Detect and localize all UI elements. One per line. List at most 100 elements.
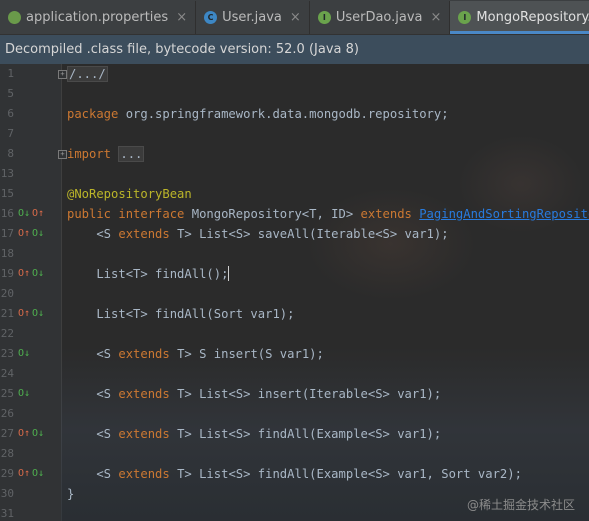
code-text: } — [67, 484, 74, 504]
code-token: List<T> findAll(Sort var1); — [67, 307, 295, 321]
keyword: extends — [118, 387, 178, 401]
type-link[interactable]: PagingAndSortingRepository — [419, 207, 589, 221]
properties-file-icon — [8, 11, 21, 24]
implemented-method-icon[interactable]: O↓ — [32, 229, 44, 239]
implemented-method-icon[interactable]: O↓ — [32, 309, 44, 319]
tab-mongorepository-class[interactable]: IMongoRepository.class× — [450, 1, 589, 34]
java-class-icon: C — [204, 11, 218, 24]
close-icon[interactable]: × — [290, 10, 301, 25]
gutter-markers: O↑ O↓ — [18, 264, 48, 284]
code-text: <S extends T> List<S> findAll(Example<S>… — [67, 424, 441, 444]
code-token: T> List<S> saveAll(Iterable<S> var1); — [177, 227, 449, 241]
gutter-markers: O↑ O↓ — [18, 464, 48, 484]
implemented-method-icon[interactable]: O↓ — [18, 389, 30, 399]
implemented-method-icon[interactable]: O↓ — [32, 429, 44, 439]
tab-user-java[interactable]: C User.java × — [196, 1, 310, 34]
implemented-method-icon[interactable]: O↓ — [18, 209, 30, 219]
line-number: 6 — [7, 107, 14, 120]
code-line: 27 O↑ O↓ <S extends T> List<S> findAll(Exa… — [0, 424, 589, 444]
overriding-method-icon[interactable]: O↑ — [18, 309, 30, 319]
line-number: 18 — [0, 247, 14, 260]
code-editor[interactable]: 1 +/.../5 6 package org.springframework.dat… — [0, 64, 589, 521]
folded-region[interactable]: /.../ — [67, 66, 108, 82]
line-number: 22 — [0, 327, 14, 340]
close-icon[interactable]: × — [176, 10, 187, 25]
keyword: public interface — [67, 207, 192, 221]
line-number: 26 — [0, 407, 14, 420]
code-text: <S extends T> S insert(S var1); — [67, 344, 324, 364]
editor-tab-bar: application.properties × C User.java × I UserD… — [0, 0, 589, 35]
implemented-method-icon[interactable]: O↓ — [32, 469, 44, 479]
code-line: 15 @NoRepositoryBean — [0, 184, 589, 204]
code-token: T> List<S> findAll(Example<S> var1); — [177, 427, 442, 441]
tab-label: MongoRepository.class — [476, 10, 589, 25]
code-line: 28 — [0, 444, 589, 464]
code-token: T> List<S> findAll(Example<S> var1, Sort… — [177, 467, 522, 481]
gutter-markers: O↓ O↑ — [18, 204, 48, 224]
code-token: MongoRepository<T, ID> — [191, 207, 361, 221]
text-caret — [228, 266, 230, 281]
keyword: extends — [118, 467, 178, 481]
line-number: 25 — [0, 387, 14, 400]
gutter-markers: O↑ O↓ — [18, 424, 48, 444]
code-text: <S extends T> List<S> insert(Iterable<S>… — [67, 384, 441, 404]
line-number: 20 — [0, 287, 14, 300]
line-number: 15 — [0, 187, 14, 200]
line-number: 1 — [7, 67, 14, 80]
line-number: 24 — [0, 367, 14, 380]
code-text: <S extends T> List<S> findAll(Example<S>… — [67, 464, 522, 484]
line-number: 27 — [0, 427, 14, 440]
code-text: import ... — [67, 144, 145, 164]
tab-userdao-java[interactable]: I UserDao.java × — [310, 1, 451, 34]
line-number: 5 — [7, 87, 14, 100]
line-number: 23 — [0, 347, 14, 360]
overriding-method-icon[interactable]: O↑ — [32, 209, 44, 219]
gutter-markers: O↑ O↓ — [18, 304, 48, 324]
keyword: import — [67, 147, 119, 161]
code-line: 25 O↓ <S extends T> List<S> insert(Iterab… — [0, 384, 589, 404]
java-interface-icon: I — [458, 11, 472, 24]
code-token: <S — [67, 427, 119, 441]
code-token: T> S insert(S var1); — [177, 347, 324, 361]
close-icon[interactable]: × — [431, 10, 442, 25]
tab-application-properties[interactable]: application.properties × — [0, 1, 197, 34]
code-token: List<T> findAll(); — [67, 267, 229, 281]
code-line: 7 — [0, 124, 589, 144]
code-text: List<T> findAll(); — [67, 264, 230, 284]
banner-text: Decompiled .class file, bytecode version… — [5, 42, 359, 57]
code-text: <S extends T> List<S> saveAll(Iterable<S… — [67, 224, 449, 244]
code-text: public interface MongoRepository<T, ID> … — [67, 204, 589, 224]
code-text: @NoRepositoryBean — [67, 184, 192, 204]
line-number: 21 — [0, 307, 14, 320]
code-text: package org.springframework.data.mongodb… — [67, 104, 449, 124]
gutter-markers: O↑ O↓ — [18, 224, 48, 244]
line-number: 30 — [0, 487, 14, 500]
tab-label: User.java — [222, 10, 282, 25]
overriding-method-icon[interactable]: O↑ — [18, 229, 30, 239]
overriding-method-icon[interactable]: O↑ — [18, 269, 30, 279]
implemented-method-icon[interactable]: O↓ — [18, 349, 30, 359]
code-line: 6 package org.springframework.data.mongod… — [0, 104, 589, 124]
implemented-method-icon[interactable]: O↓ — [32, 269, 44, 279]
folded-region[interactable]: ... — [118, 146, 145, 162]
keyword: extends — [118, 347, 178, 361]
overriding-method-icon[interactable]: O↑ — [18, 429, 30, 439]
tab-label: UserDao.java — [335, 10, 423, 25]
gutter-markers: O↓ — [18, 344, 48, 364]
fold-toggle-icon[interactable]: + — [58, 70, 67, 79]
line-number: 29 — [0, 467, 14, 480]
code-line: 22 — [0, 324, 589, 344]
code-text: /.../ — [67, 64, 108, 84]
line-number: 8 — [7, 147, 14, 160]
code-line: 23 O↓ <S extends T> S insert(S var1); — [0, 344, 589, 364]
line-number: 28 — [0, 447, 14, 460]
code-text: List<T> findAll(Sort var1); — [67, 304, 294, 324]
keyword: extends — [360, 207, 420, 221]
code-line: 19 O↑ O↓ List<T> findAll(); — [0, 264, 589, 284]
line-number: 31 — [0, 507, 14, 520]
tab-label: application.properties — [26, 10, 169, 25]
fold-toggle-icon[interactable]: + — [58, 150, 67, 159]
code-token: <S — [67, 227, 119, 241]
overriding-method-icon[interactable]: O↑ — [18, 469, 30, 479]
code-line: 16 O↓ O↑ public interface MongoRepository<T… — [0, 204, 589, 224]
